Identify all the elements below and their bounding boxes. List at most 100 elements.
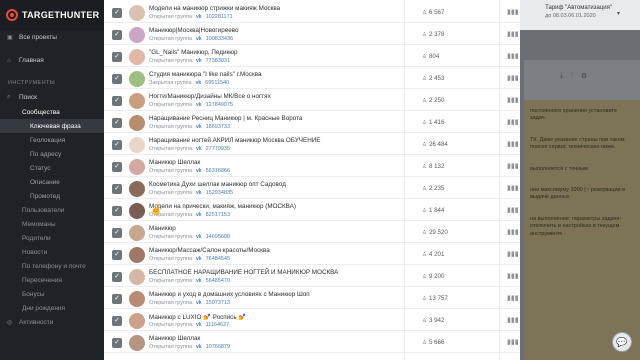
sidebar-item-status[interactable]: Статус: [0, 161, 104, 175]
group-avatar[interactable]: [129, 203, 145, 219]
group-avatar[interactable]: [129, 159, 145, 175]
row-checkbox[interactable]: ✓: [112, 8, 122, 18]
group-name[interactable]: Наращивание ногтей АКРИЛ маникюр Москва …: [149, 137, 320, 144]
group-avatar[interactable]: [129, 335, 145, 351]
table-row[interactable]: ✓ Маникюр Шеллак Открытая группа vk 56316866…: [104, 157, 520, 177]
table-row[interactable]: ✓ Ногти/Маникюр/Дизайны МК/Все о ногтях От…: [104, 91, 520, 111]
sidebar-item-memes[interactable]: Мемоманы: [0, 217, 104, 231]
group-name[interactable]: Студия маникюра "I like nails" г.Москва: [149, 71, 262, 78]
chat-icon[interactable]: 💬: [612, 332, 632, 352]
group-id-link[interactable]: 69511540: [205, 80, 229, 86]
row-checkbox[interactable]: ✓: [112, 272, 122, 282]
sidebar-item-communities[interactable]: Сообщества: [0, 105, 104, 119]
group-id-link[interactable]: 15073713: [206, 300, 230, 306]
stats-icon[interactable]: ▮▮▮: [507, 140, 519, 148]
sidebar-item-geolocation[interactable]: Геолокация: [0, 133, 104, 147]
row-checkbox[interactable]: ✓: [112, 30, 122, 40]
sidebar-item-by-phone[interactable]: По телефону и почте: [0, 259, 104, 273]
group-avatar[interactable]: [129, 247, 145, 263]
group-name[interactable]: Косметика Духи шеллак маникюр опт Садово…: [149, 181, 286, 188]
group-name[interactable]: Маникюр/Массаж/Салон красоты/Москва: [149, 247, 270, 254]
table-row[interactable]: ✓ Маникюр Шеллак Открытая группа vk 10766879…: [104, 333, 520, 353]
group-avatar[interactable]: [129, 93, 145, 109]
group-id-link[interactable]: 77383031: [206, 58, 230, 64]
group-avatar[interactable]: [129, 115, 145, 131]
group-id-link[interactable]: 76484545: [206, 256, 230, 262]
group-avatar[interactable]: [129, 291, 145, 307]
stats-icon[interactable]: ▮▮▮: [507, 184, 519, 192]
stats-icon[interactable]: ▮▮▮: [507, 206, 519, 214]
row-checkbox[interactable]: ✓: [112, 74, 122, 84]
group-id-link[interactable]: 102281171: [206, 14, 233, 20]
group-name[interactable]: Маникюр: [149, 225, 176, 232]
sidebar-item-birthdays[interactable]: Дни рождения: [0, 301, 104, 315]
sidebar-item-more[interactable]: Бонусы: [0, 287, 104, 301]
group-name[interactable]: "GL_Nails" Маникюр, Педикюр: [149, 49, 237, 56]
group-name[interactable]: Ногти/Маникюр/Дизайны МК/Все о ногтях: [149, 93, 271, 100]
row-checkbox[interactable]: ✓: [112, 250, 122, 260]
sidebar-item-intersections[interactable]: Пересечения: [0, 273, 104, 287]
stats-icon[interactable]: ▮▮▮: [507, 250, 519, 258]
group-id-link[interactable]: 127849075: [206, 102, 234, 108]
stats-icon[interactable]: ▮▮▮: [507, 118, 519, 126]
group-id-link[interactable]: 100833436: [206, 36, 234, 42]
group-avatar[interactable]: [129, 269, 145, 285]
table-row[interactable]: ✓ Модели на прически, макияж, маникюр (МО…: [104, 201, 520, 221]
row-checkbox[interactable]: ✓: [112, 96, 122, 106]
group-name[interactable]: Маникюр Шеллак: [149, 159, 200, 166]
stats-icon[interactable]: ▮▮▮: [507, 8, 519, 16]
group-name[interactable]: Маникюр Шеллак: [149, 335, 200, 342]
stats-icon[interactable]: ▮▮▮: [507, 294, 519, 302]
group-id-link[interactable]: 18693733: [206, 124, 230, 130]
row-checkbox[interactable]: ✓: [112, 294, 122, 304]
stats-icon[interactable]: ▮▮▮: [507, 316, 519, 324]
row-checkbox[interactable]: ✓: [112, 140, 122, 150]
table-row[interactable]: ✓ Студия маникюра "I like nails" г.Москва…: [104, 69, 520, 89]
stats-icon[interactable]: ▮▮▮: [507, 30, 519, 38]
sidebar-item-users[interactable]: Пользователи: [0, 203, 104, 217]
row-checkbox[interactable]: ✓: [112, 316, 122, 326]
stats-icon[interactable]: ▮▮▮: [507, 338, 519, 346]
group-id-link[interactable]: 27779935: [206, 146, 230, 152]
table-row[interactable]: ✓ Маникюр Открытая группа vk 14695608 ♙ 29 520…: [104, 223, 520, 243]
table-row[interactable]: ✓ Косметика Духи шеллак маникюр опт Садов…: [104, 179, 520, 199]
stats-icon[interactable]: ▮▮▮: [507, 96, 519, 104]
group-id-link[interactable]: 56485470: [206, 278, 230, 284]
row-checkbox[interactable]: ✓: [112, 162, 122, 172]
row-checkbox[interactable]: ✓: [112, 338, 122, 348]
group-id-link[interactable]: 10766879: [206, 344, 230, 350]
stats-icon[interactable]: ▮▮▮: [507, 52, 519, 60]
group-id-link[interactable]: 56316866: [206, 168, 230, 174]
group-name[interactable]: Маникюр с LUXIO 💅 Роспись 💅: [149, 313, 246, 321]
group-avatar[interactable]: [129, 225, 145, 241]
sidebar-item-promoted[interactable]: Промотед: [0, 189, 104, 203]
group-name[interactable]: БЕСПЛАТНОЕ НАРАЩИВАНИЕ НОГТЕЙ И МАНИКЮР …: [149, 269, 338, 276]
table-row[interactable]: ✓ Маникюр|Москва|Новогиреево Открытая груп…: [104, 25, 520, 45]
sidebar-item-activities[interactable]: ◎ Активности: [0, 315, 104, 330]
group-name[interactable]: Маникюр и уход в домашних условиях с Ман…: [149, 291, 310, 298]
table-row[interactable]: ✓ Маникюр с LUXIO 💅 Роспись 💅 Открытая гру…: [104, 311, 520, 331]
group-id-link[interactable]: 14695608: [206, 234, 230, 240]
group-avatar[interactable]: [129, 181, 145, 197]
group-id-link[interactable]: 82517153: [206, 212, 230, 218]
row-checkbox[interactable]: ✓: [112, 206, 122, 216]
row-checkbox[interactable]: ✓: [112, 184, 122, 194]
sidebar-item-news[interactable]: Новости: [0, 245, 104, 259]
table-row[interactable]: ✓ Наращивание Ресниц Маникюр | м. Красные…: [104, 113, 520, 133]
sidebar-item-home[interactable]: ⌂ Главная: [0, 53, 104, 68]
stats-icon[interactable]: ▮▮▮: [507, 272, 519, 280]
table-row[interactable]: ✓ Маникюр/Массаж/Салон красоты/Москва Откр…: [104, 245, 520, 265]
logo[interactable]: TARGETHUNTER: [0, 0, 104, 30]
group-name[interactable]: Наращивание Ресниц Маникюр | м. Красные …: [149, 115, 302, 122]
table-row[interactable]: ✓ Маникюр и уход в домашних условиях с Ма…: [104, 289, 520, 309]
group-name[interactable]: Модели на прически, макияж, маникюр (МОС…: [149, 203, 296, 210]
group-avatar[interactable]: [129, 313, 145, 329]
sidebar-item-by-address[interactable]: По адресу: [0, 147, 104, 161]
sidebar-item-all-projects[interactable]: ▣ Все проекты: [0, 30, 104, 45]
settings-icon[interactable]: ⚙: [581, 72, 587, 80]
sidebar-item-keyphrase[interactable]: Ключевая фраза: [0, 119, 104, 133]
group-avatar[interactable]: [129, 137, 145, 153]
group-avatar[interactable]: [129, 49, 145, 65]
table-row[interactable]: ✓ Наращивание ногтей АКРИЛ маникюр Москва…: [104, 135, 520, 155]
group-id-link[interactable]: 152934835: [206, 190, 234, 196]
